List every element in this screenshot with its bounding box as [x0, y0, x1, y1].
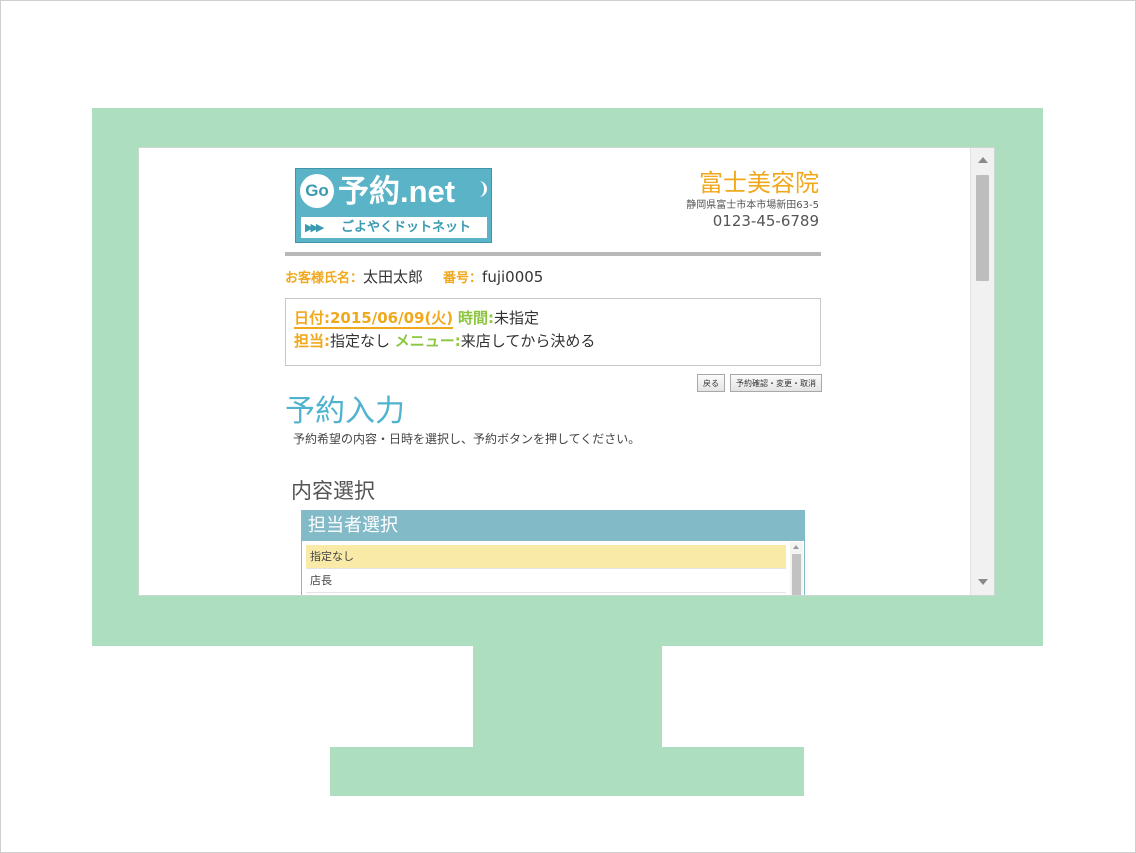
- logo-subtitle: ごよやくドットネット: [341, 220, 472, 235]
- header-divider: [285, 252, 821, 256]
- page-title: 予約入力: [285, 394, 405, 429]
- time-value: 未指定: [493, 309, 539, 327]
- monitor-neck: [473, 646, 662, 748]
- section-title: 内容選択: [291, 479, 375, 503]
- logo-title: 予約.net: [338, 174, 456, 209]
- scroll-up-arrow-icon[interactable]: [978, 157, 988, 163]
- staff-option[interactable]: 指定なし: [306, 545, 786, 569]
- customer-number-label: 番号：: [443, 271, 483, 286]
- back-button[interactable]: 戻る: [697, 374, 725, 392]
- signal-wave-icon: [476, 181, 487, 197]
- logo-go-badge: Go: [300, 174, 334, 208]
- summary-row-staff: 担当:指定なし メニュー:来店してから決める: [294, 330, 812, 353]
- list-scrollbar-thumb[interactable]: [792, 554, 801, 595]
- date-value: 2015/06/09(火): [330, 309, 454, 327]
- customer-info: お客様氏名：太田太郎 番号：fuji0005: [285, 266, 543, 287]
- list-scroll-up-icon[interactable]: [793, 545, 799, 549]
- menu-value: 来店してから決める: [460, 332, 596, 350]
- summary-row-date: 日付:2015/06/09(火) 時間:未指定: [294, 307, 812, 330]
- page-description: 予約希望の内容・日時を選択し、予約ボタンを押してください。: [293, 432, 641, 446]
- goyoyaku-logo[interactable]: Go 予約.net ▶▶▶ ごよやくドットネット: [295, 168, 492, 243]
- reservation-summary: 日付:2015/06/09(火) 時間:未指定 担当:指定なし メニュー:来店し…: [285, 298, 821, 366]
- logo-subtitle-bar: ▶▶▶ ごよやくドットネット: [301, 217, 487, 238]
- play-arrows-icon: ▶▶▶: [305, 221, 324, 234]
- scrollbar-thumb[interactable]: [976, 175, 989, 281]
- browser-viewport: Go 予約.net ▶▶▶ ごよやくドットネット 富士美容院 静岡県富士市本市場新…: [138, 147, 995, 596]
- shop-address: 静岡県富士市本市場新田63-5: [686, 200, 819, 211]
- staff-list-scrollbar[interactable]: [790, 542, 803, 595]
- shop-name: 富士美容院: [699, 169, 819, 197]
- scroll-down-arrow-icon[interactable]: [978, 579, 988, 585]
- staff-option[interactable]: 店長: [306, 569, 786, 593]
- date-label: 日付:: [294, 309, 330, 327]
- date-field: 日付:2015/06/09(火): [294, 309, 454, 329]
- staff-select-panel: 担当者選択 指定なし 店長: [301, 510, 805, 595]
- staff-label: 担当:: [294, 332, 330, 350]
- time-label: 時間:: [457, 309, 494, 327]
- monitor-base: [330, 747, 804, 796]
- customer-name: 太田太郎: [363, 268, 424, 286]
- reservation-manage-button[interactable]: 予約確認・変更・取消: [730, 374, 822, 392]
- menu-label: メニュー:: [394, 332, 461, 350]
- action-buttons: 戻る 予約確認・変更・取消: [692, 374, 822, 393]
- staff-panel-header: 担当者選択: [302, 511, 804, 541]
- shop-info: 富士美容院 静岡県富士市本市場新田63-5 0123-45-6789: [686, 168, 819, 230]
- staff-list[interactable]: 指定なし 店長: [306, 545, 786, 593]
- shop-phone: 0123-45-6789: [712, 212, 819, 230]
- customer-number: fuji0005: [482, 268, 544, 286]
- staff-value: 指定なし: [330, 332, 391, 350]
- customer-name-label: お客様氏名：: [285, 271, 364, 286]
- page-scrollbar[interactable]: [970, 148, 994, 595]
